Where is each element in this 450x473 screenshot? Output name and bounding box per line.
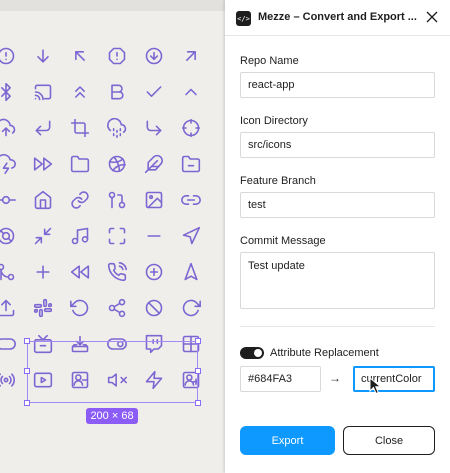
selection-size-badge: 200 × 68: [86, 408, 138, 424]
export-button[interactable]: Export: [240, 426, 335, 455]
link-icon[interactable]: [61, 182, 98, 218]
corner-down-right-icon[interactable]: [135, 110, 172, 146]
design-canvas[interactable]: 200 × 68: [0, 0, 225, 473]
corner-down-left-icon[interactable]: [24, 110, 61, 146]
slash-icon[interactable]: [135, 290, 172, 326]
radio-icon[interactable]: [0, 362, 24, 398]
attribute-replacement-toggle[interactable]: [240, 347, 264, 359]
icon-directory-label: Icon Directory: [240, 115, 308, 127]
rewind-icon[interactable]: [61, 254, 98, 290]
crop-icon[interactable]: [61, 110, 98, 146]
resize-handle-bottom-right[interactable]: [195, 400, 201, 406]
arrow-up-right-icon[interactable]: [172, 38, 209, 74]
arrow-down-circle-icon[interactable]: [135, 38, 172, 74]
home-icon[interactable]: [24, 182, 61, 218]
minimize-icon[interactable]: [24, 218, 61, 254]
arrow-down-icon[interactable]: [24, 38, 61, 74]
dribbble-icon[interactable]: [98, 146, 135, 182]
canvas-top-strip: [0, 0, 225, 11]
upload-icon[interactable]: [0, 290, 24, 326]
plugin-title: Mezze – Convert and Export ...: [258, 11, 417, 23]
feather-icon[interactable]: [135, 146, 172, 182]
cloud-drizzle-icon[interactable]: [98, 110, 135, 146]
crosshair-icon[interactable]: [172, 110, 209, 146]
resize-handle-middle-left[interactable]: [24, 368, 30, 374]
feature-branch-label: Feature Branch: [240, 175, 316, 187]
minus-icon[interactable]: [135, 218, 172, 254]
replace-from-input[interactable]: [240, 366, 321, 392]
alert-circle-icon[interactable]: [0, 38, 24, 74]
git-commit-icon[interactable]: [0, 182, 24, 218]
bold-icon[interactable]: [98, 74, 135, 110]
cast-icon[interactable]: [24, 74, 61, 110]
icon-directory-input[interactable]: [240, 132, 435, 158]
arrow-up-left-icon[interactable]: [61, 38, 98, 74]
selection-box[interactable]: [24, 338, 201, 406]
chevron-up-icon[interactable]: [172, 74, 209, 110]
repo-name-input[interactable]: [240, 72, 435, 98]
text-cursor-pointer-icon: [369, 377, 382, 395]
resize-handle-top-right[interactable]: [195, 338, 201, 344]
navigation-icon[interactable]: [172, 218, 209, 254]
share-icon[interactable]: [98, 290, 135, 326]
toggle-knob: [254, 349, 262, 357]
plus-circle-icon[interactable]: [135, 254, 172, 290]
image-icon[interactable]: [135, 182, 172, 218]
plugin-titlebar: </> Mezze – Convert and Export ...: [225, 0, 450, 36]
folder-minus-icon[interactable]: [172, 146, 209, 182]
chevrons-up-icon[interactable]: [61, 74, 98, 110]
repo-name-label: Repo Name: [240, 55, 299, 67]
cloud-lightning-icon[interactable]: [0, 146, 24, 182]
check-icon[interactable]: [135, 74, 172, 110]
maximize-icon[interactable]: [98, 218, 135, 254]
alert-octagon-icon[interactable]: [98, 38, 135, 74]
rotate-cw-icon[interactable]: [172, 290, 209, 326]
commit-message-label: Commit Message: [240, 235, 326, 247]
resize-handle-bottom-left[interactable]: [24, 400, 30, 406]
plugin-logo-icon: </>: [236, 11, 251, 26]
music-icon[interactable]: [61, 218, 98, 254]
close-icon[interactable]: [423, 8, 441, 26]
plus-icon[interactable]: [24, 254, 61, 290]
plugin-panel: </> Mezze – Convert and Export ... Repo …: [225, 0, 450, 473]
attribute-replacement-label: Attribute Replacement: [270, 347, 379, 359]
commit-message-input[interactable]: Test update: [240, 252, 435, 309]
cloud-upload-icon[interactable]: [0, 110, 24, 146]
replace-to-input[interactable]: [353, 366, 435, 392]
divider: [240, 326, 435, 327]
rotate-ccw-icon[interactable]: [61, 290, 98, 326]
life-buoy-icon[interactable]: [0, 218, 24, 254]
navigation-2-icon[interactable]: [172, 254, 209, 290]
arrow-right-icon: →: [329, 371, 341, 385]
resize-handle-top-left[interactable]: [24, 338, 30, 344]
folder-icon[interactable]: [61, 146, 98, 182]
link-2-icon[interactable]: [172, 182, 209, 218]
resize-handle-middle-right[interactable]: [195, 368, 201, 374]
git-pull-request-icon[interactable]: [98, 182, 135, 218]
fast-forward-icon[interactable]: [24, 146, 61, 182]
phone-call-icon[interactable]: [98, 254, 135, 290]
toggle-icon[interactable]: [0, 326, 24, 362]
feature-branch-input[interactable]: [240, 192, 435, 218]
bluetooth-icon[interactable]: [0, 74, 24, 110]
git-merge-icon[interactable]: [0, 254, 24, 290]
slack-icon[interactable]: [24, 290, 61, 326]
close-button[interactable]: Close: [343, 426, 435, 455]
